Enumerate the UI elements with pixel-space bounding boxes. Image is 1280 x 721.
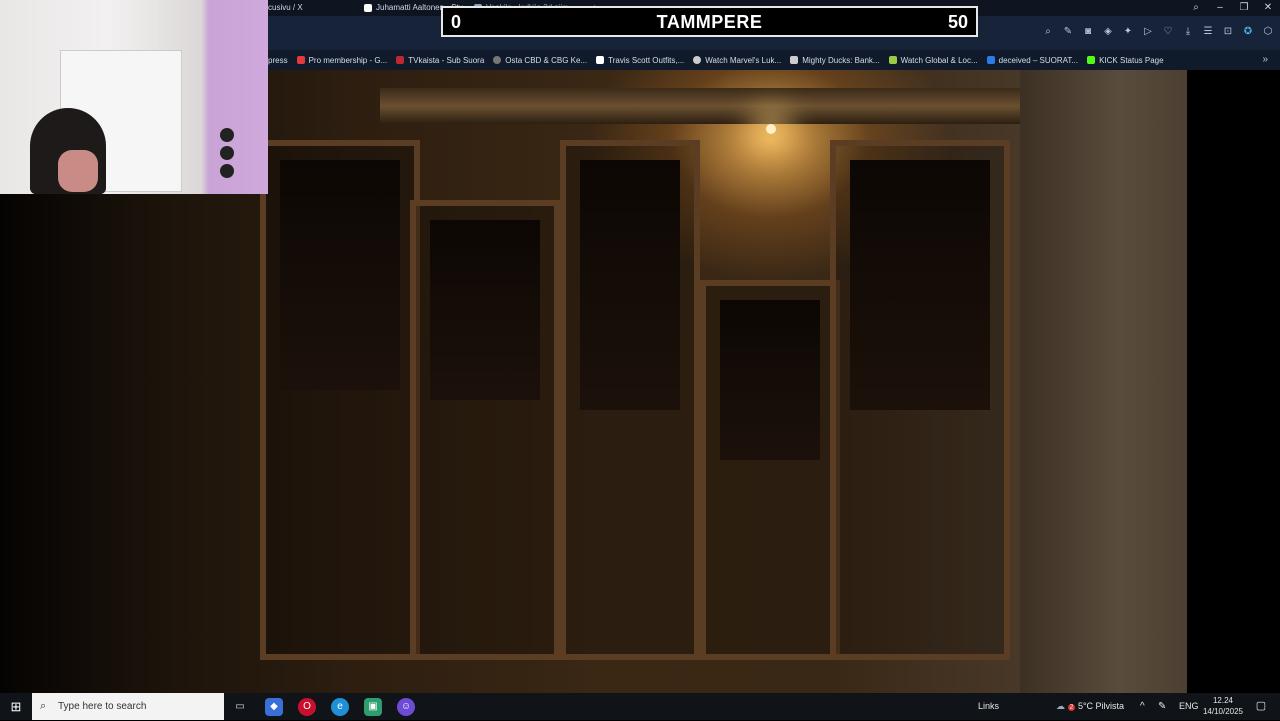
toolbar-icons: ⌕ ✎ ◙ ◈ ✦ ▷ ♡ ⤓ ☰ ⊡ ✪ ⬡ [1042,26,1274,38]
settings-icon[interactable]: ⬡ [1262,26,1274,38]
tree-icon [790,56,799,64]
language-indicator[interactable]: ENG [1179,693,1199,720]
bookmark-label: Watch Marvel's Luk... [705,55,782,65]
camera-icon[interactable]: ◙ [1082,26,1094,38]
ai-icon[interactable]: ✪ [1242,26,1254,38]
bookmark-item[interactable]: KICK Status Page [1087,55,1164,65]
clock-date: 14/10/2025 [1202,707,1244,716]
streamer-face [58,150,98,192]
heart-icon[interactable]: ♡ [1162,26,1174,38]
weather-text: 5°C Pilvista [1077,701,1125,711]
ceiling-beam [380,88,1020,124]
download-icon[interactable]: ⤓ [1182,26,1194,38]
bookmark-item[interactable]: Watch Marvel's Luk... [693,56,781,65]
bookmark-label: Mighty Ducks: Bank... [802,55,880,65]
shield-icon[interactable]: ◈ [1102,26,1114,38]
wall [1020,70,1187,693]
square-blue-icon [986,56,995,64]
bookmark-item[interactable]: Mighty Ducks: Bank... [790,55,880,65]
kick-icon [1087,56,1096,64]
pen-icon[interactable]: ✎ [1158,693,1166,720]
links-toolbar[interactable]: Links [978,693,999,720]
android-icon [888,56,897,64]
taskbar-search-input[interactable]: ⌕ Type here to search [32,693,224,720]
bookmarks-bar: press Pro membership - G... TVkaista - S… [268,50,1280,70]
chevron-right-icon[interactable]: » [1262,54,1268,65]
bookmark-label: TVkaista - Sub Suora [408,55,485,65]
tv-icon [396,56,405,64]
opera-icon[interactable]: O [298,698,316,716]
search-icon[interactable]: ⌕ [1042,26,1054,38]
search-icon: ⌕ [40,700,47,712]
windows-start-icon[interactable]: ⊞ [0,693,32,720]
app-icon[interactable]: ▣ [364,698,382,716]
cloud-icon: ☁ [1056,701,1065,711]
task-view-icon[interactable]: ▭ [231,698,249,716]
scoreboard-title: TAMMPERE [656,12,763,32]
tab-label: cusivu / X [268,3,303,12]
minimize-icon[interactable]: – [1208,0,1232,16]
patreon-icon [364,3,372,12]
notification-icon[interactable]: ▢ [1252,693,1270,720]
copilot-icon[interactable]: ◆ [265,698,283,716]
edge-icon[interactable]: e [331,698,349,716]
scoreboard: 0 TAMMPERE 50 [441,6,978,37]
search-tabs-icon[interactable]: ⌕ [1184,0,1208,16]
bookmark-item[interactable]: Travis Scott Outfits,... [596,56,684,65]
chevron-up-icon[interactable]: ^ [1140,693,1145,720]
taskbar: ⊞ ⌕ Type here to search ▭ ◆ O e ▣ ☺ Link… [0,693,1280,720]
bookmark-item[interactable]: press [268,56,288,65]
square-icon [596,56,605,64]
tab-x[interactable]: cusivu / X [268,2,358,14]
weather-widget[interactable]: ☁ 2 5°C Pilvista [1056,693,1124,721]
edit-icon[interactable]: ✎ [1062,26,1074,38]
right-score: 50 [947,12,968,32]
bookmark-item[interactable]: Osta CBD & CBG Ke... [493,56,587,65]
bookmark-label: Travis Scott Outfits,... [608,55,685,65]
bookmark-item[interactable]: TVkaista - Sub Suora [396,56,484,65]
extension-icon[interactable]: ✦ [1122,26,1134,38]
map-pin-icon [296,56,305,64]
webcam-overlay [0,0,268,194]
bookmark-label: deceived – SUORAT... [998,55,1079,65]
clock[interactable]: 12.24 14/10/2025 [1202,695,1244,717]
bookmark-item[interactable]: Pro membership - G... [296,55,388,65]
clock-time: 12.24 [1212,696,1234,705]
discord-icon[interactable]: ☺ [397,698,415,716]
play-icon[interactable]: ▷ [1142,26,1154,38]
wooden-cabinet [230,140,1010,660]
window-controls: ⌕ – ❐ ✕ [1184,0,1280,16]
search-placeholder: Type here to search [58,701,147,712]
ceiling-lamp [766,124,776,134]
swirl-icon [693,56,702,64]
menu-icon[interactable]: ☰ [1202,26,1214,38]
bookmark-label: Osta CBD & CBG Ke... [505,55,588,65]
bookmark-label: Watch Global & Loc... [900,55,978,65]
globe-icon [493,56,502,64]
bookmark-item[interactable]: Watch Global & Loc... [888,55,978,65]
restore-icon[interactable]: ❐ [1232,0,1256,16]
weather-badge: 2 [1067,704,1076,711]
bookmark-item[interactable]: deceived – SUORAT... [986,55,1079,65]
bookmark-label: Pro membership - G... [308,55,388,65]
bookmark-label: press [268,55,288,65]
bookmark-label: KICK Status Page [1099,55,1164,65]
close-icon[interactable]: ✕ [1256,0,1280,16]
lock-icon[interactable]: ⊡ [1222,26,1234,38]
wall-decorations [220,128,234,182]
